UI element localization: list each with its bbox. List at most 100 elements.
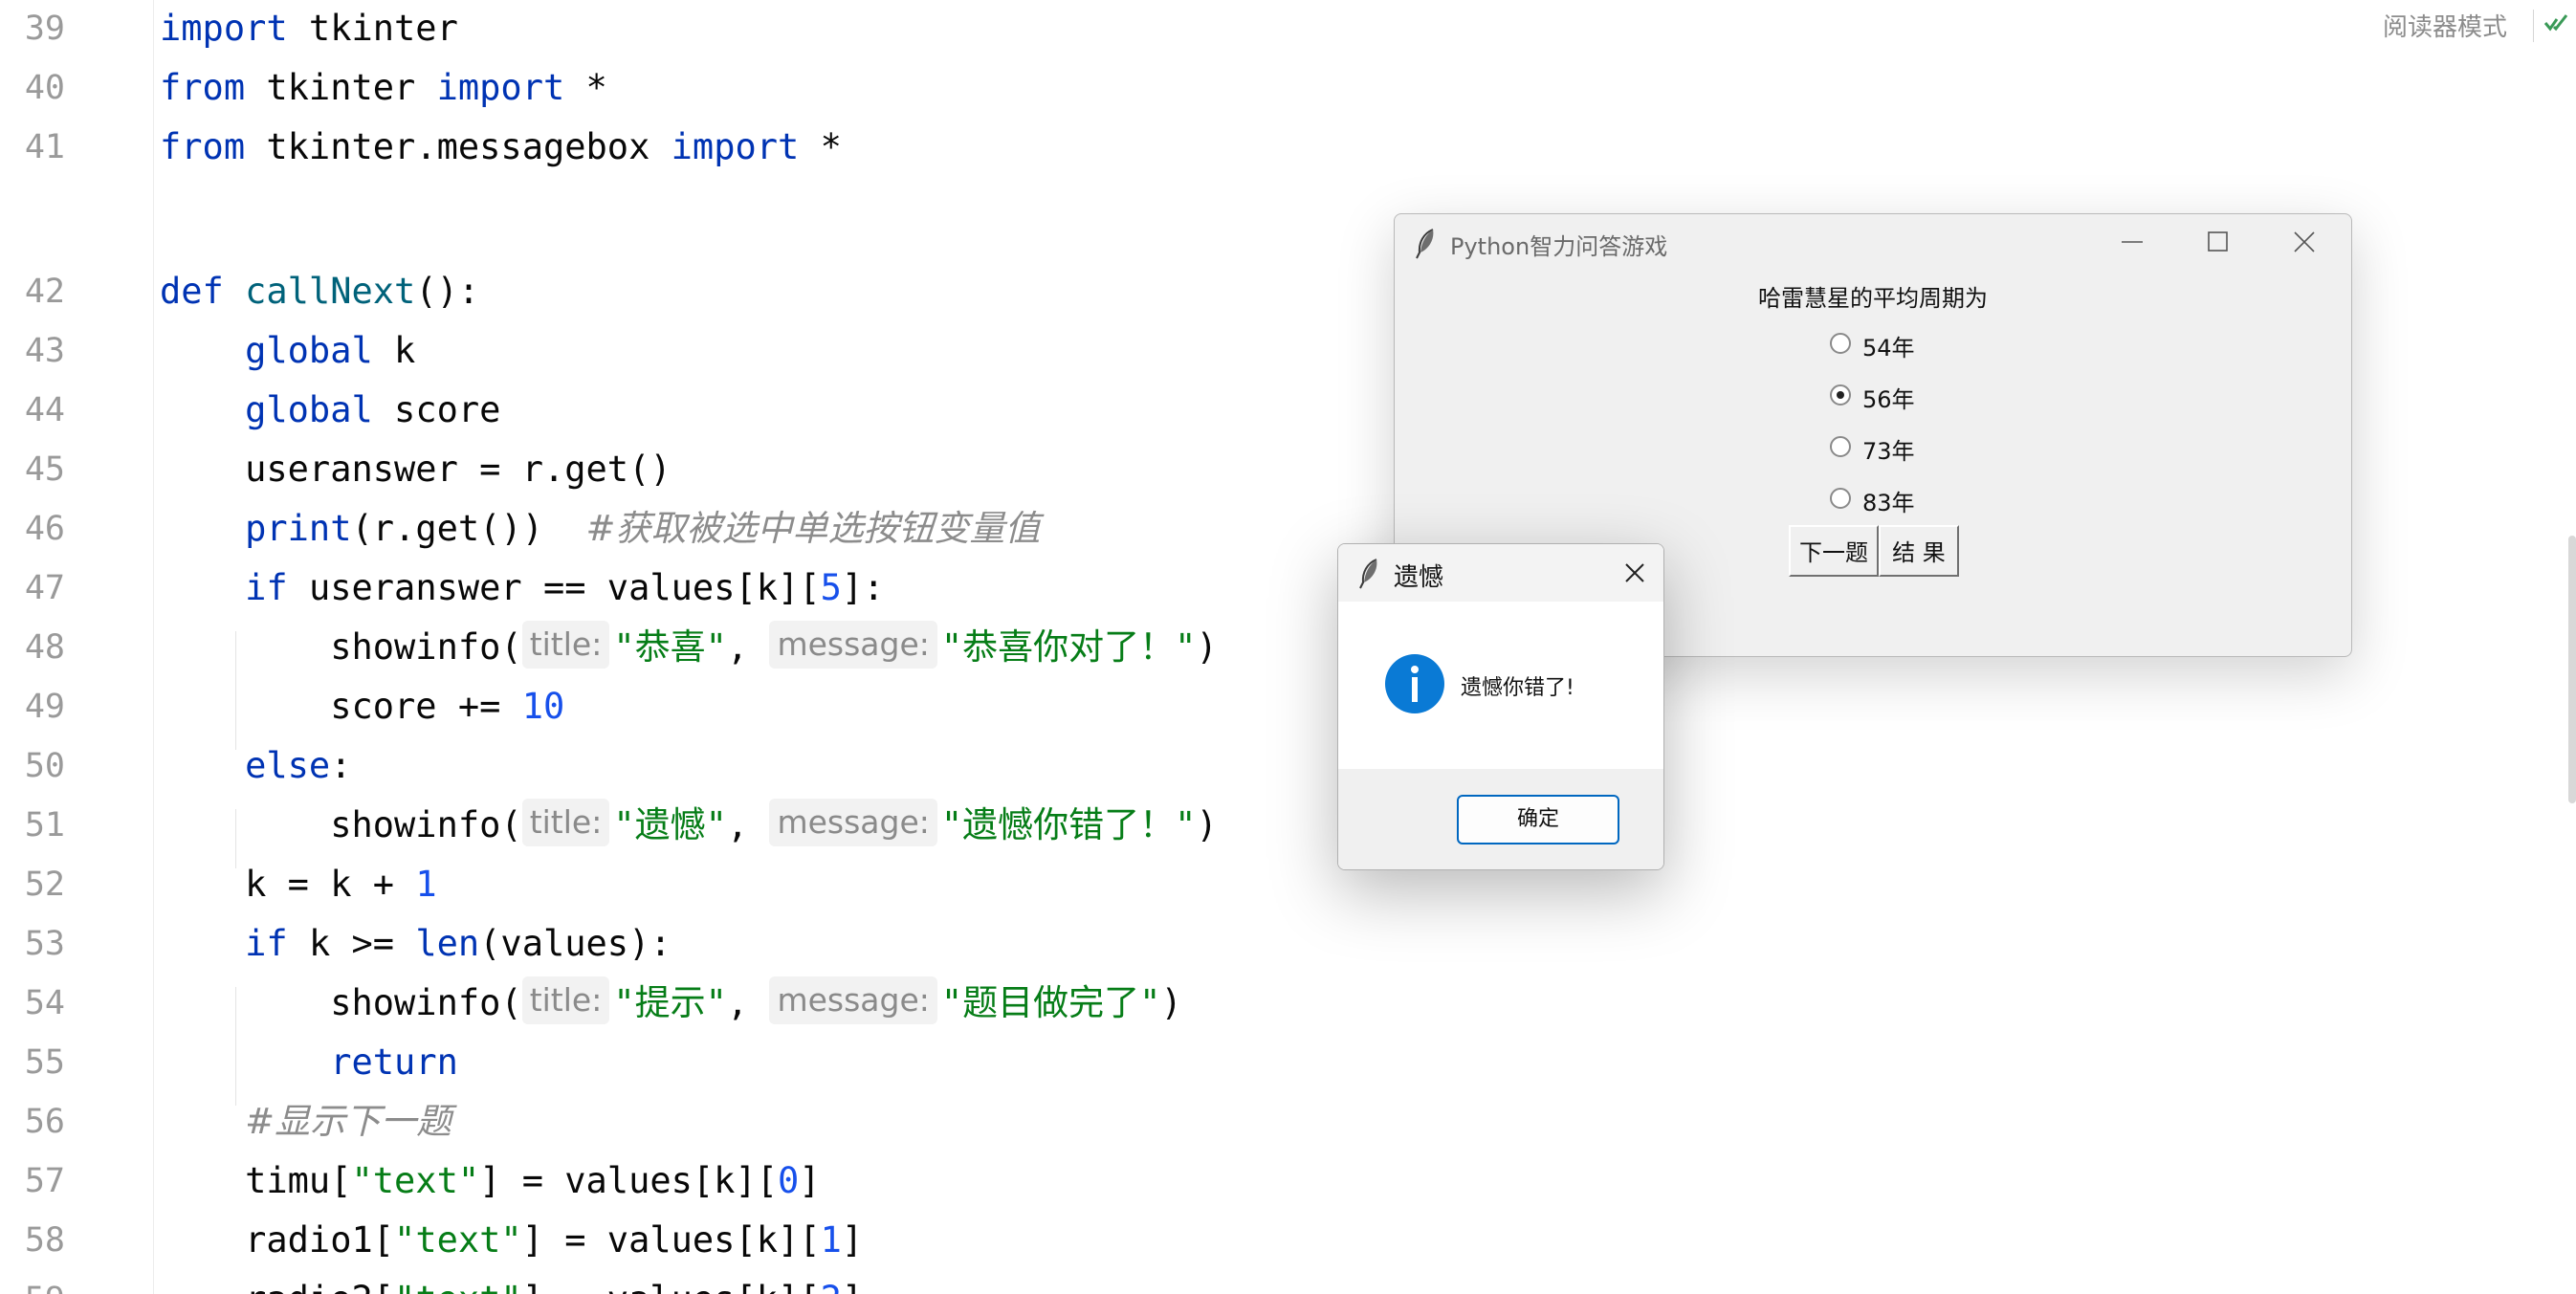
code-text[interactable]: useranswer = r.get() [160, 440, 672, 499]
scrollbar-thumb[interactable] [2568, 536, 2576, 803]
line-number: 59 [19, 1270, 65, 1294]
code-token: useranswer == values[k][ [287, 567, 821, 608]
code-token: "题目做完了" [940, 982, 1161, 1023]
code-text[interactable]: showinfo(title: "提示", message: "题目做完了") [160, 974, 1182, 1033]
code-token: , [726, 982, 770, 1023]
code-token: showinfo( [160, 982, 522, 1023]
dialog-close-button[interactable] [1606, 544, 1663, 602]
line-number: 56 [24, 1103, 65, 1141]
code-text[interactable]: from tkinter.messagebox import * [160, 118, 842, 177]
code-token: radio2[ [160, 1279, 394, 1294]
code-token: def [160, 271, 224, 312]
code-text[interactable]: timu["text"] = values[k][0] [160, 1151, 820, 1211]
line-number: 40 [24, 69, 65, 107]
code-line[interactable]: 41 from tkinter.messagebox import * [0, 118, 1435, 177]
radio-button[interactable] [1830, 488, 1851, 509]
code-line[interactable]: 43 global k [0, 321, 1435, 381]
reader-mode-link[interactable]: 阅读器模式 [2383, 8, 2507, 43]
code-token: 1 [820, 1219, 842, 1261]
code-line[interactable]: 54 showinfo(title: "提示", message: "题目做完了") [0, 974, 1435, 1033]
code-line[interactable]: 46 print(r.get()) #获取被选中单选按钮变量值 [0, 499, 1435, 559]
code-token: * [799, 126, 842, 167]
code-line[interactable]: 50 else: [0, 736, 1435, 796]
code-text[interactable]: else: [160, 736, 352, 796]
line-number: 44 [24, 391, 65, 429]
info-icon [1385, 654, 1444, 713]
minimize-button[interactable] [2089, 214, 2175, 270]
code-token: k [372, 330, 416, 371]
dialog-footer: 确定 [1338, 769, 1663, 869]
option-label: 56年 [1862, 386, 1915, 413]
code-token: #显示下一题 [245, 1101, 452, 1142]
code-token: : [330, 745, 352, 786]
code-token: showinfo( [160, 804, 522, 845]
code-token: k >= [287, 923, 416, 964]
code-text[interactable]: showinfo(title: "遗憾", message: "遗憾你错了！") [160, 796, 1218, 855]
code-text[interactable]: global k [160, 321, 415, 381]
code-text[interactable]: k = k + 1 [160, 855, 437, 914]
code-text[interactable]: radio2["text"] = values[k][2] [160, 1270, 863, 1294]
code-token: #获取被选中单选按钮变量值 [585, 508, 1041, 549]
next-question-button[interactable]: 下一题 [1789, 525, 1879, 577]
code-line[interactable]: 53 if k >= len(values): [0, 914, 1435, 974]
code-token: global [245, 389, 373, 430]
code-text[interactable]: radio1["text"] = values[k][1] [160, 1211, 863, 1270]
code-text[interactable]: def callNext(): [160, 262, 479, 321]
code-line[interactable]: 51 showinfo(title: "遗憾", message: "遗憾你错了！"… [0, 796, 1435, 855]
code-token: 1 [415, 864, 437, 905]
result-button[interactable]: 结 果 [1879, 525, 1959, 577]
radio-button[interactable] [1830, 333, 1851, 354]
line-number: 41 [24, 128, 65, 166]
code-line[interactable]: 47 if useranswer == values[k][5]: [0, 559, 1435, 618]
code-text[interactable]: showinfo(title: "恭喜", message: "恭喜你对了！") [160, 618, 1218, 677]
line-number: 53 [24, 925, 65, 963]
ok-button[interactable]: 确定 [1457, 795, 1619, 844]
code-text[interactable]: import tkinter [160, 0, 458, 58]
dialog-titlebar[interactable]: 遗憾 [1338, 544, 1663, 602]
code-line[interactable]: 57 timu["text"] = values[k][0] [0, 1151, 1435, 1211]
code-token: 5 [820, 567, 842, 608]
code-line[interactable]: 56 #显示下一题 [0, 1092, 1435, 1151]
window-titlebar[interactable]: Python智力问答游戏 [1395, 214, 2351, 272]
line-number: 47 [24, 569, 65, 607]
code-token: "遗憾你错了！" [940, 804, 1197, 845]
code-text[interactable]: print(r.get()) #获取被选中单选按钮变量值 [160, 499, 1041, 559]
code-line[interactable]: 45 useranswer = r.get() [0, 440, 1435, 499]
window-title: Python智力问答游戏 [1450, 233, 1668, 260]
radio-button[interactable] [1830, 384, 1851, 406]
code-text[interactable]: if k >= len(values): [160, 914, 672, 974]
code-line[interactable]: 42 def callNext(): [0, 262, 1435, 321]
dialog-message: 遗憾你错了! [1461, 676, 1574, 700]
code-token: "恭喜你对了！" [940, 626, 1197, 668]
parameter-hint: title: [521, 976, 610, 1024]
code-token: return [330, 1042, 458, 1083]
code-line[interactable]: 39 import tkinter [0, 0, 1435, 58]
code-line[interactable]: 59 radio2["text"] = values[k][2] [0, 1270, 1435, 1294]
code-line[interactable]: 58 radio1["text"] = values[k][1] [0, 1211, 1435, 1270]
code-token: , [726, 804, 770, 845]
code-line[interactable]: 52 k = k + 1 [0, 855, 1435, 914]
code-text[interactable]: return [160, 1033, 458, 1092]
code-text[interactable]: global score [160, 381, 500, 440]
line-number: 42 [24, 273, 65, 311]
code-line[interactable]: 55 return [0, 1033, 1435, 1092]
tk-feather-icon [1416, 229, 1434, 259]
checkmark-icon[interactable] [2542, 10, 2570, 38]
parameter-hint: title: [521, 621, 610, 669]
radio-button[interactable] [1830, 436, 1851, 457]
code-line[interactable]: 40 from tkinter import * [0, 58, 1435, 118]
code-line[interactable]: 44 global score [0, 381, 1435, 440]
code-text[interactable]: #显示下一题 [160, 1092, 451, 1151]
line-number: 49 [24, 688, 65, 726]
code-line[interactable]: 48 showinfo(title: "恭喜", message: "恭喜你对了！"… [0, 618, 1435, 677]
indent-guide [235, 809, 236, 868]
maximize-button[interactable] [2175, 214, 2261, 270]
code-text[interactable]: from tkinter import * [160, 58, 607, 118]
code-text[interactable]: if useranswer == values[k][5]: [160, 559, 884, 618]
code-text[interactable]: score += 10 [160, 677, 564, 736]
close-button[interactable] [2261, 214, 2347, 270]
code-line[interactable]: 49 score += 10 [0, 677, 1435, 736]
